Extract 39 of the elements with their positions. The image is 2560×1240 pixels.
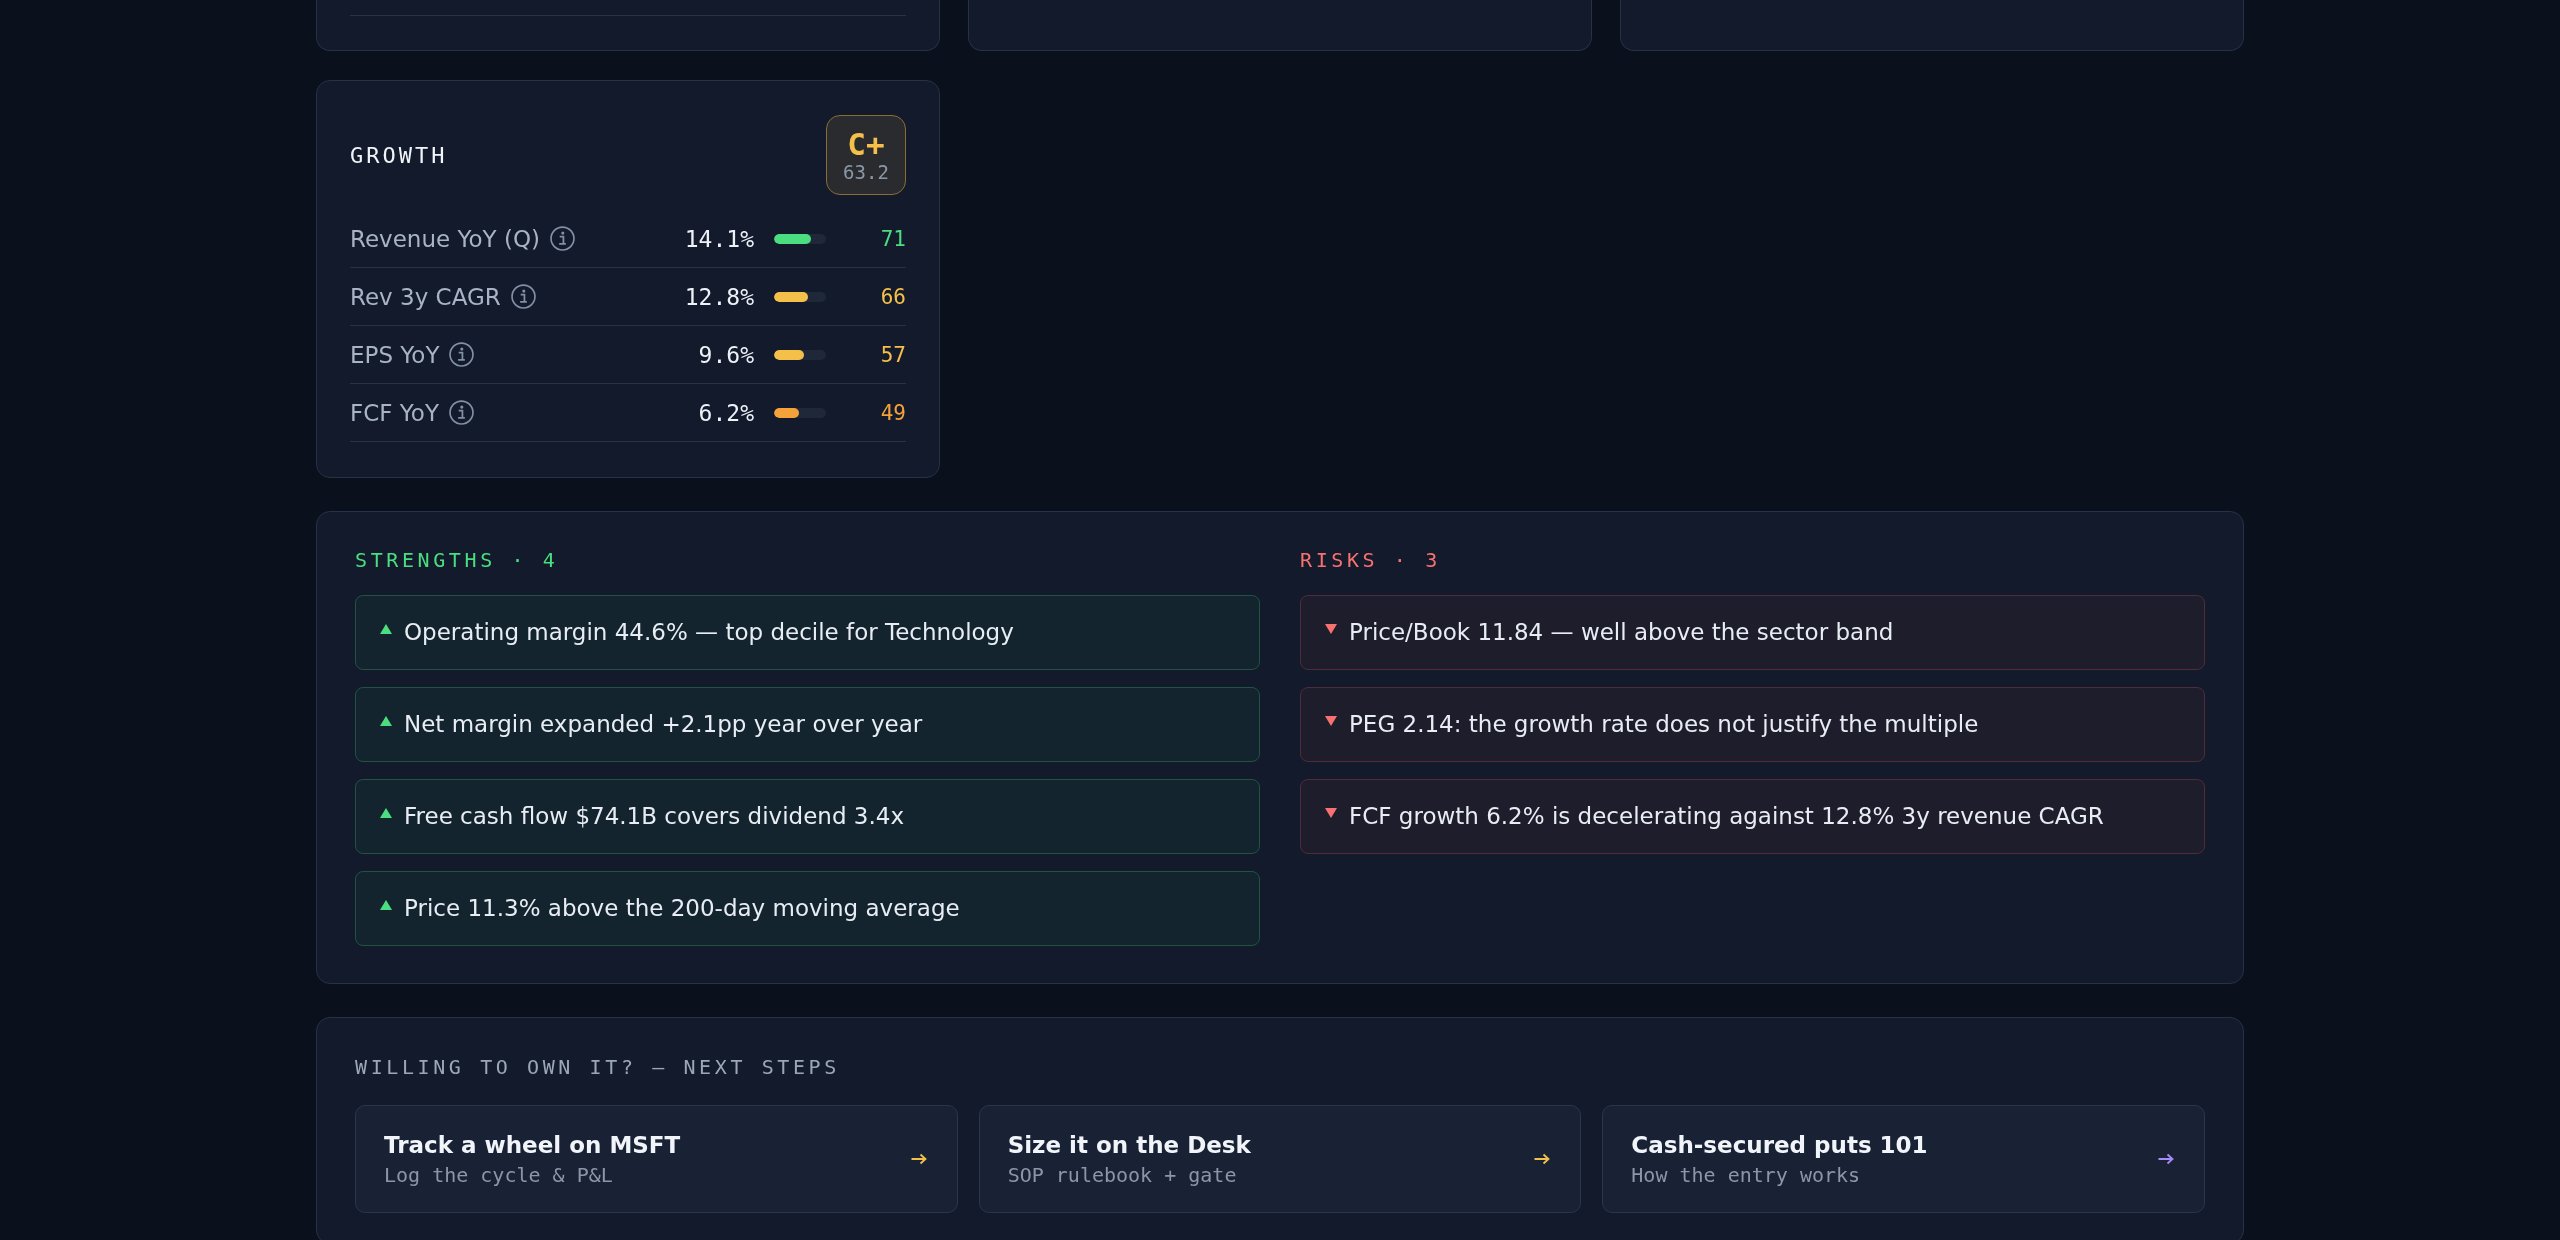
triangle-down-icon — [1325, 716, 1337, 726]
metric-value: 6.2% — [698, 399, 754, 426]
metric-label: FCF YoY — [350, 399, 439, 426]
triangle-down-icon — [1325, 808, 1337, 818]
metric-score: 49 — [879, 400, 906, 425]
info-icon[interactable] — [510, 284, 536, 309]
next-step-link[interactable]: Track a wheel on MSFT Log the cycle & P&L — [355, 1105, 958, 1213]
metric-score: 66 — [879, 284, 906, 309]
strength-text: Price 11.3% above the 200-day moving average — [404, 894, 960, 922]
strength-text: Operating margin 44.6% — top decile for Technology — [404, 618, 1014, 646]
triangle-down-icon — [1325, 624, 1337, 634]
next-step-link[interactable]: Size it on the Desk SOP rulebook + gate — [978, 1105, 1582, 1213]
risk-text: Price/Book 11.84 — well above the sector band — [1349, 618, 1894, 646]
metric-value: 9.6% — [698, 341, 754, 368]
metric-value: 12.8% — [684, 283, 754, 310]
triangle-up-icon — [380, 900, 392, 910]
risk-text: FCF growth 6.2% is decelerating against 12.8% 3y revenue CAGR — [1349, 802, 2104, 830]
info-icon[interactable] — [449, 342, 475, 367]
card-title: GROWTH — [350, 142, 448, 168]
metric-score: 57 — [879, 342, 906, 367]
risk-text: PEG 2.14: the growth rate does not justify the multiple — [1349, 710, 1979, 738]
section-title: RISKS · 3 — [1300, 548, 1442, 572]
info-icon[interactable] — [448, 400, 474, 425]
strength-text: Free cash flow $74.1B covers dividend 3.4x — [404, 802, 904, 830]
metric-label: EPS YoY — [350, 341, 440, 368]
triangle-up-icon — [380, 808, 392, 818]
metric-value: 14.1% — [684, 225, 754, 252]
grade-score: 63.2 — [843, 161, 889, 183]
section-title: WILLING TO OWN IT? — NEXT STEPS — [355, 1055, 841, 1079]
metric-label: Rev 3y CAGR — [350, 283, 501, 310]
next-step-link[interactable]: Cash-secured puts 101 How the entry works — [1602, 1105, 2205, 1213]
grade-letter: C+ — [847, 127, 885, 161]
section-title: STRENGTHS · 4 — [355, 548, 560, 572]
triangle-up-icon — [380, 624, 392, 634]
metric-label: Revenue YoY (Q) — [350, 225, 540, 252]
triangle-up-icon — [380, 716, 392, 726]
strength-text: Net margin expanded +2.1pp year over year — [404, 710, 923, 738]
metric-score: 71 — [879, 226, 906, 251]
info-icon[interactable] — [549, 226, 575, 251]
